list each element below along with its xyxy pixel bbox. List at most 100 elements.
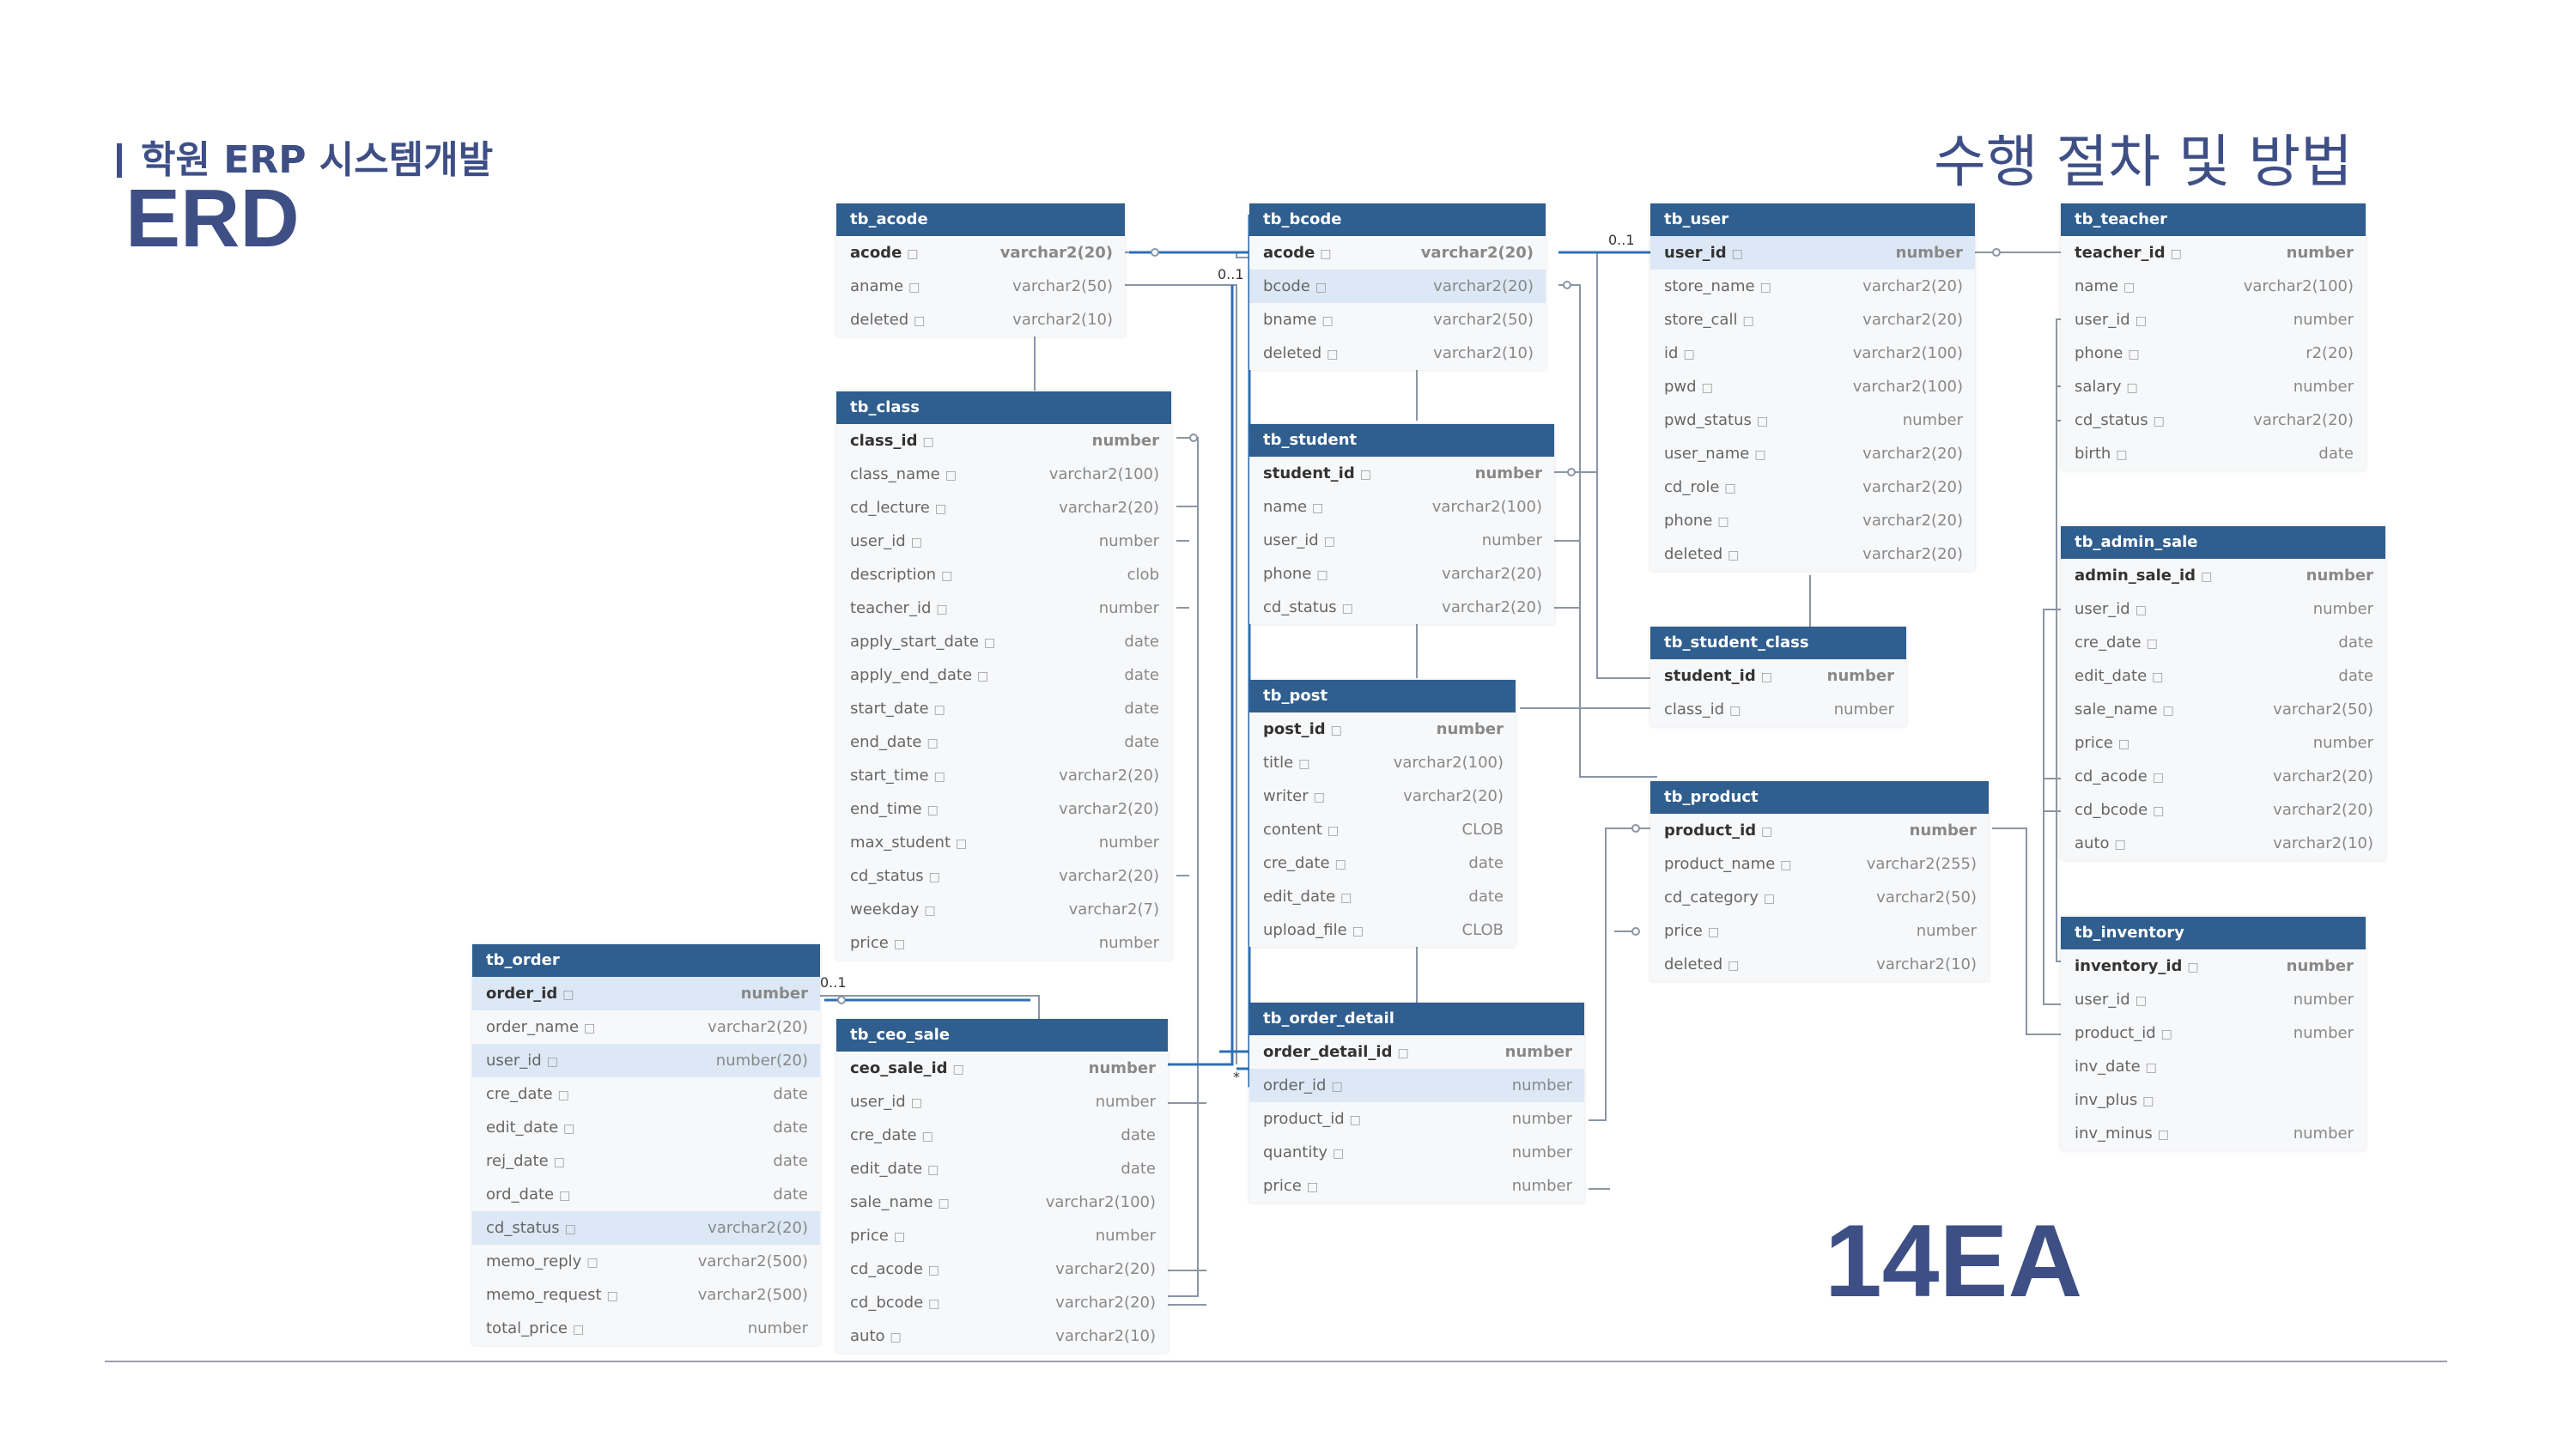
column-row[interactable]: upload_file □ CLOB bbox=[1249, 913, 1516, 947]
table-header[interactable]: tb_teacher bbox=[2061, 203, 2366, 236]
table-header[interactable]: tb_bcode bbox=[1249, 203, 1546, 236]
column-row[interactable]: ord_date □ date bbox=[472, 1178, 820, 1211]
primary-key-row[interactable]: admin_sale_id □ number bbox=[2061, 559, 2385, 592]
column-row[interactable]: cd_role □ varchar2(20) bbox=[1650, 470, 1975, 504]
column-row[interactable]: cd_status □ varchar2(20) bbox=[836, 859, 1171, 893]
column-row[interactable]: total_price □ number bbox=[472, 1312, 820, 1345]
column-row[interactable]: store_name □ varchar2(20) bbox=[1650, 270, 1975, 303]
column-row[interactable]: product_name □ varchar2(255) bbox=[1650, 847, 1989, 881]
column-row[interactable]: cd_acode □ varchar2(20) bbox=[2061, 760, 2385, 793]
erd-table[interactable]: tb_bcode acode □ varchar2(20) bcode □ varchar2… bbox=[1249, 203, 1546, 370]
column-row[interactable]: order_id □ number bbox=[1249, 1069, 1584, 1102]
column-row[interactable]: price □ number bbox=[1650, 914, 1989, 948]
erd-table[interactable]: tb_order_detail order_detail_id □ number ord… bbox=[1249, 1003, 1584, 1203]
column-row[interactable]: cd_bcode □ varchar2(20) bbox=[2061, 793, 2385, 827]
column-row[interactable]: description □ clob bbox=[836, 558, 1171, 591]
primary-key-row[interactable]: acode □ varchar2(20) bbox=[1249, 236, 1546, 270]
erd-table[interactable]: tb_acode acode □ varchar2(20) aname □ varchar2… bbox=[836, 203, 1125, 336]
table-header[interactable]: tb_post bbox=[1249, 680, 1516, 712]
column-row[interactable]: edit_date □ date bbox=[472, 1111, 820, 1144]
column-row[interactable]: user_id □ number bbox=[1249, 524, 1554, 557]
erd-table[interactable]: tb_inventory inventory_id □ number user_id □ n… bbox=[2061, 917, 2366, 1150]
column-row[interactable]: salary □ number bbox=[2061, 370, 2366, 403]
column-row[interactable]: sale_name □ varchar2(50) bbox=[2061, 693, 2385, 726]
erd-table[interactable]: tb_product product_id □ number product_name □… bbox=[1650, 781, 1989, 981]
column-row[interactable]: sale_name □ varchar2(100) bbox=[836, 1185, 1168, 1219]
column-row[interactable]: class_id □ number bbox=[1650, 693, 1906, 726]
column-row[interactable]: phone □ r2(20) bbox=[2061, 336, 2366, 370]
column-row[interactable]: user_name □ varchar2(20) bbox=[1650, 437, 1975, 470]
column-row[interactable]: memo_reply □ varchar2(500) bbox=[472, 1245, 820, 1278]
column-row[interactable]: inv_date □ bbox=[2061, 1050, 2366, 1083]
column-row[interactable]: apply_start_date □ date bbox=[836, 625, 1171, 658]
column-row[interactable]: deleted □ varchar2(20) bbox=[1650, 537, 1975, 571]
column-row[interactable]: pwd_status □ number bbox=[1650, 403, 1975, 437]
column-row[interactable]: user_id □ number bbox=[2061, 592, 2385, 626]
column-row[interactable]: product_id □ number bbox=[2061, 1016, 2366, 1050]
table-header[interactable]: tb_class bbox=[836, 391, 1171, 424]
erd-table[interactable]: tb_order order_id □ number order_name □ varcha… bbox=[472, 944, 820, 1345]
column-row[interactable]: order_name □ varchar2(20) bbox=[472, 1010, 820, 1044]
column-row[interactable]: id □ varchar2(100) bbox=[1650, 336, 1975, 370]
column-row[interactable]: inv_plus □ bbox=[2061, 1083, 2366, 1117]
erd-table[interactable]: tb_admin_sale admin_sale_id □ number user_id… bbox=[2061, 526, 2385, 860]
column-row[interactable]: edit_date □ date bbox=[836, 1152, 1168, 1185]
table-header[interactable]: tb_ceo_sale bbox=[836, 1019, 1168, 1052]
column-row[interactable]: max_student □ number bbox=[836, 826, 1171, 859]
column-row[interactable]: writer □ varchar2(20) bbox=[1249, 779, 1516, 813]
column-row[interactable]: price □ number bbox=[2061, 726, 2385, 760]
column-row[interactable]: user_id □ number bbox=[2061, 303, 2366, 336]
column-row[interactable]: price □ number bbox=[836, 926, 1171, 960]
column-row[interactable]: deleted □ varchar2(10) bbox=[1249, 336, 1546, 370]
table-header[interactable]: tb_student_class bbox=[1650, 627, 1906, 659]
column-row[interactable]: aname □ varchar2(50) bbox=[836, 270, 1125, 303]
primary-key-row[interactable]: student_id □ number bbox=[1249, 457, 1554, 490]
primary-key-row[interactable]: post_id □ number bbox=[1249, 712, 1516, 746]
column-row[interactable]: cre_date □ date bbox=[836, 1119, 1168, 1152]
primary-key-row[interactable]: product_id □ number bbox=[1650, 814, 1989, 847]
column-row[interactable]: price □ number bbox=[836, 1219, 1168, 1252]
column-row[interactable]: rej_date □ date bbox=[472, 1144, 820, 1178]
column-row[interactable]: start_date □ date bbox=[836, 692, 1171, 725]
column-row[interactable]: edit_date □ date bbox=[1249, 880, 1516, 913]
column-row[interactable]: name □ varchar2(100) bbox=[2061, 270, 2366, 303]
primary-key-row[interactable]: inventory_id □ number bbox=[2061, 949, 2366, 983]
column-row[interactable]: start_time □ varchar2(20) bbox=[836, 759, 1171, 792]
erd-table[interactable]: tb_student_class student_id □ number class_i… bbox=[1650, 627, 1906, 726]
table-header[interactable]: tb_inventory bbox=[2061, 917, 2366, 949]
column-row[interactable]: phone □ varchar2(20) bbox=[1249, 557, 1554, 591]
column-row[interactable]: auto □ varchar2(10) bbox=[2061, 827, 2385, 860]
column-row[interactable]: cd_lecture □ varchar2(20) bbox=[836, 491, 1171, 524]
column-row[interactable]: store_call □ varchar2(20) bbox=[1650, 303, 1975, 336]
column-row[interactable]: end_date □ date bbox=[836, 725, 1171, 759]
table-header[interactable]: tb_order bbox=[472, 944, 820, 977]
table-header[interactable]: tb_product bbox=[1650, 781, 1989, 814]
column-row[interactable]: deleted □ varchar2(10) bbox=[836, 303, 1125, 336]
table-header[interactable]: tb_order_detail bbox=[1249, 1003, 1584, 1035]
column-row[interactable]: memo_request □ varchar2(500) bbox=[472, 1278, 820, 1312]
column-row[interactable]: cre_date □ date bbox=[1249, 846, 1516, 880]
column-row[interactable]: edit_date □ date bbox=[2061, 659, 2385, 693]
column-row[interactable]: cd_status □ varchar2(20) bbox=[1249, 591, 1554, 624]
column-row[interactable]: deleted □ varchar2(10) bbox=[1650, 948, 1989, 981]
column-row[interactable]: user_id □ number bbox=[836, 524, 1171, 558]
erd-table[interactable]: tb_student student_id □ number name □ varchar2… bbox=[1249, 424, 1554, 624]
column-row[interactable]: cd_acode □ varchar2(20) bbox=[836, 1252, 1168, 1286]
primary-key-row[interactable]: order_id □ number bbox=[472, 977, 820, 1010]
primary-key-row[interactable]: order_detail_id □ number bbox=[1249, 1035, 1584, 1069]
erd-table[interactable]: tb_user user_id □ number store_name □ varchar2… bbox=[1650, 203, 1975, 571]
column-row[interactable]: birth □ date bbox=[2061, 437, 2366, 470]
column-row[interactable]: cd_category □ varchar2(50) bbox=[1650, 881, 1989, 914]
column-row[interactable]: end_time □ varchar2(20) bbox=[836, 792, 1171, 826]
table-header[interactable]: tb_admin_sale bbox=[2061, 526, 2385, 559]
column-row[interactable]: cd_status □ varchar2(20) bbox=[472, 1211, 820, 1245]
column-row[interactable]: phone □ varchar2(20) bbox=[1650, 504, 1975, 537]
erd-table[interactable]: tb_teacher teacher_id □ number name □ varchar2… bbox=[2061, 203, 2366, 470]
column-row[interactable]: cd_bcode □ varchar2(20) bbox=[836, 1286, 1168, 1319]
column-row[interactable]: quantity □ number bbox=[1249, 1136, 1584, 1169]
column-row[interactable]: bcode □ varchar2(20) bbox=[1249, 270, 1546, 303]
column-row[interactable]: user_id □ number bbox=[2061, 983, 2366, 1016]
column-row[interactable]: teacher_id □ number bbox=[836, 591, 1171, 625]
table-header[interactable]: tb_acode bbox=[836, 203, 1125, 236]
column-row[interactable]: user_id □ number bbox=[836, 1085, 1168, 1119]
